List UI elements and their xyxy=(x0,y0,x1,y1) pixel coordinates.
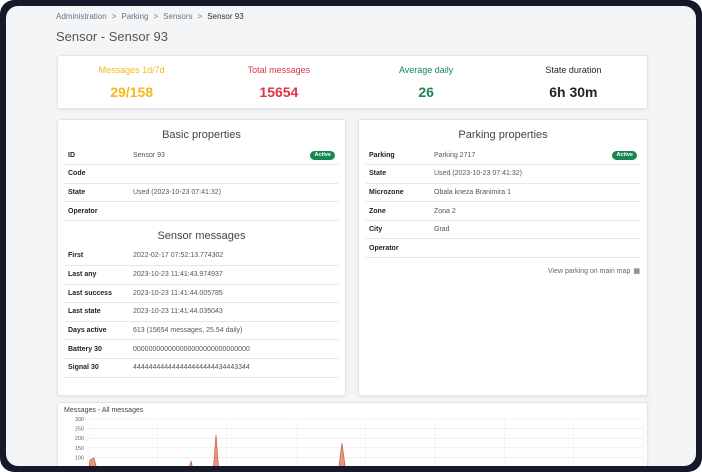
stat-total-messages: Total messages 15654 xyxy=(205,56,352,108)
y-tick-label: 300 xyxy=(75,417,84,423)
stat-label: Total messages xyxy=(247,65,311,75)
parking-properties-title: Parking properties xyxy=(458,129,548,141)
stat-value: 6h 30m xyxy=(549,84,598,100)
sensor-messages-title: Sensor messages xyxy=(157,229,246,242)
row-key: State xyxy=(65,183,133,203)
sensor-messages-table: First 2022-02-17 07:52:13.774302 Last any… xyxy=(65,246,338,378)
breadcrumb-current: Sensor 93 xyxy=(207,12,244,21)
chart-title: Messages - All messages xyxy=(64,407,144,414)
table-row: City Grad xyxy=(366,220,640,240)
map-icon: ▦ xyxy=(633,268,640,275)
row-value: Sensor 93 xyxy=(133,146,298,166)
table-row: First 2022-02-17 07:52:13.774302 xyxy=(65,246,338,266)
y-tick-label: 150 xyxy=(75,446,84,452)
status-badge: Active xyxy=(310,150,335,160)
table-row: Operator xyxy=(366,238,640,259)
row-key: Operator xyxy=(366,238,434,259)
row-value: Zona 2 xyxy=(434,201,640,221)
breadcrumb-administration[interactable]: Administration xyxy=(56,12,107,21)
row-value: 2023-10-23 11:41:44.035043 xyxy=(133,302,338,322)
row-value: 2023-10-23 11:41:43.974937 xyxy=(133,265,338,285)
row-key: Code xyxy=(65,164,133,184)
stat-average-daily: Average daily 26 xyxy=(353,56,500,108)
parking-properties-table: Parking Parking 2717 Active State Used (2… xyxy=(366,146,640,259)
stat-messages-1d-7d: Messages 1d/7d 29/158 xyxy=(58,56,205,108)
stat-label: Messages 1d/7d xyxy=(98,65,165,75)
row-key: State xyxy=(366,164,434,184)
row-key: Parking xyxy=(366,146,434,166)
row-value: 613 (15654 messages, 25.54 daily) xyxy=(133,321,338,341)
breadcrumb: Administration > Parking > Sensors > Sensor 93 xyxy=(56,12,244,21)
row-key: Microzone xyxy=(366,183,434,203)
table-row: Last state 2023-10-23 11:41:44.035043 xyxy=(65,302,338,322)
row-value: 2023-10-23 11:41:44.005785 xyxy=(133,284,338,304)
stat-label: State duration xyxy=(545,65,602,75)
table-row: Operator xyxy=(65,201,338,221)
table-row: Last success 2023-10-23 11:41:44.005785 xyxy=(65,284,338,304)
stat-value: 15654 xyxy=(259,84,299,100)
row-value xyxy=(133,164,338,184)
status-badge: Active xyxy=(612,150,637,160)
breadcrumb-separator: > xyxy=(197,12,203,21)
row-key: Last state xyxy=(65,302,133,322)
parking-properties-card: Parking properties Parking Parking 2717 … xyxy=(358,119,648,396)
row-value: 000000000000000000000000000000 xyxy=(133,339,338,359)
table-row: Battery 30 000000000000000000000000000000 xyxy=(65,339,338,359)
row-key: Operator xyxy=(65,201,133,221)
row-value xyxy=(434,238,640,259)
table-row: State Used (2023-10-23 07:41:32) xyxy=(65,183,338,203)
breadcrumb-separator: > xyxy=(153,12,159,21)
y-tick-label: 100 xyxy=(75,455,84,461)
row-value: Used (2023-10-23 07:41:32) xyxy=(133,183,338,203)
device-frame: Administration > Parking > Sensors > Sensor 93… xyxy=(0,0,702,472)
breadcrumb-sensors[interactable]: Sensors xyxy=(163,12,192,21)
row-value: Obala kneza Branimira 1 xyxy=(434,183,640,203)
breadcrumb-separator: > xyxy=(111,12,117,21)
basic-properties-card: Basic properties ID Sensor 93 Active Cod… xyxy=(57,119,346,396)
messages-chart: 300 250 200 150 100 xyxy=(75,417,644,466)
row-key: Last any xyxy=(65,265,133,285)
breadcrumb-parking[interactable]: Parking xyxy=(121,12,148,21)
table-row: Signal 30 444444444444444444444434443344 xyxy=(65,358,338,378)
y-tick-label: 200 xyxy=(75,436,84,442)
row-key: First xyxy=(65,246,133,266)
badge-cell: Active xyxy=(600,146,640,166)
stats-card: Messages 1d/7d 29/158 Total messages 156… xyxy=(57,55,648,109)
table-row: Code xyxy=(65,164,338,184)
basic-properties-table: ID Sensor 93 Active Code State Used (202… xyxy=(65,146,338,221)
stat-state-duration: State duration 6h 30m xyxy=(500,56,647,108)
stat-label: Average daily xyxy=(398,65,454,75)
row-value: Grad xyxy=(434,220,640,240)
y-tick-label: 250 xyxy=(75,427,84,433)
table-row: Days active 613 (15654 messages, 25.54 da… xyxy=(65,321,338,341)
row-key: Last success xyxy=(65,284,133,304)
row-key: ID xyxy=(65,146,133,166)
row-value: Used (2023-10-23 07:41:32) xyxy=(434,164,640,184)
basic-properties-title: Basic properties xyxy=(162,129,241,141)
row-value: 2022-02-17 07:52:13.774302 xyxy=(133,246,338,266)
table-row: State Used (2023-10-23 07:41:32) xyxy=(366,164,640,184)
page-title: Sensor - Sensor 93 xyxy=(56,29,169,44)
row-key: Battery 30 xyxy=(65,339,133,359)
app-screen: Administration > Parking > Sensors > Sensor 93… xyxy=(6,6,696,466)
table-row: Parking Parking 2717 Active xyxy=(366,146,640,166)
table-row: Last any 2023-10-23 11:41:43.974937 xyxy=(65,265,338,285)
stat-value: 29/158 xyxy=(110,84,154,100)
view-on-map-link[interactable]: View parking on main map ▦ xyxy=(548,267,640,275)
row-key: City xyxy=(366,220,434,240)
messages-chart-card: Messages - All messages 300 250 200 150 100 xyxy=(57,402,648,466)
badge-cell: Active xyxy=(298,146,338,166)
row-key: Signal 30 xyxy=(65,358,133,378)
row-key: Days active xyxy=(65,321,133,341)
table-row: Zone Zona 2 xyxy=(366,201,640,221)
row-value: Parking 2717 xyxy=(434,146,600,166)
table-row: ID Sensor 93 Active xyxy=(65,146,338,166)
table-row: Microzone Obala kneza Branimira 1 xyxy=(366,183,640,203)
row-value: 444444444444444444444434443344 xyxy=(133,358,338,378)
row-value xyxy=(133,201,338,221)
map-link-label: View parking on main map xyxy=(548,268,631,275)
stat-value: 26 xyxy=(418,84,434,100)
row-key: Zone xyxy=(366,201,434,221)
